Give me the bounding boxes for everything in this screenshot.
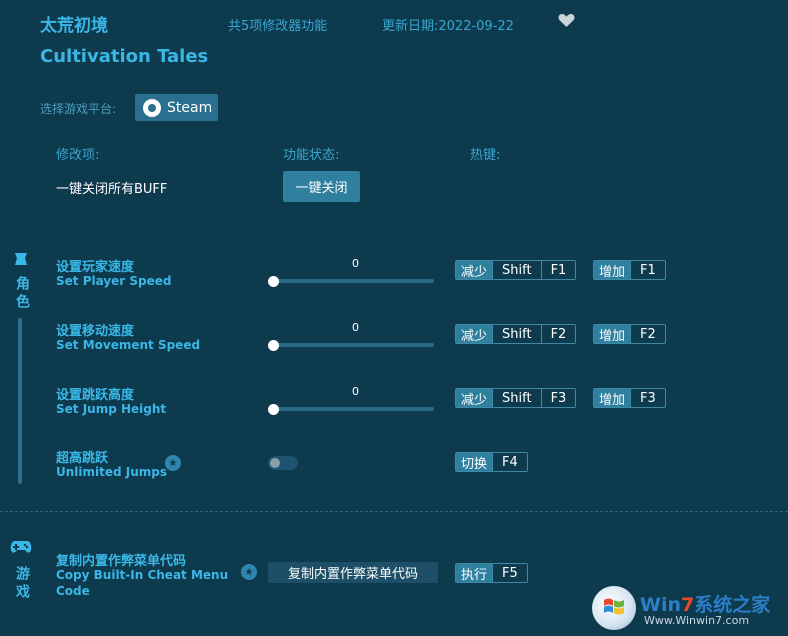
- section-character-bar: [18, 318, 22, 484]
- item-player-speed-cn: 设置玩家速度: [56, 260, 135, 275]
- section-divider: [0, 511, 788, 512]
- hotkey-tag: 增加: [594, 389, 631, 407]
- steam-label: Steam: [167, 99, 213, 116]
- player-speed-increase-hotkey[interactable]: 增加 F1: [593, 260, 666, 280]
- movement-speed-slider-knob[interactable]: [268, 340, 279, 351]
- steam-platform-button[interactable]: Steam: [135, 94, 218, 121]
- hotkey-key: F5: [492, 564, 527, 582]
- hotkey-key: F2: [630, 325, 665, 343]
- jump-height-value: 0: [352, 385, 359, 398]
- jump-height-slider-track[interactable]: [272, 407, 434, 411]
- watermark-url: Www.Winwin7.com: [644, 614, 750, 627]
- jump-height-decrease-hotkey[interactable]: 减少 Shift F3: [455, 388, 577, 408]
- section-game[interactable]: 游戏: [12, 566, 32, 602]
- hotkey-key: F3: [540, 389, 576, 407]
- unlimited-jumps-toggle-hotkey[interactable]: 切换 F4: [455, 452, 528, 472]
- jump-height-increase-hotkey[interactable]: 增加 F3: [593, 388, 666, 408]
- cheat-menu-en-line2: Code: [56, 584, 90, 598]
- player-speed-decrease-hotkey[interactable]: 减少 Shift F1: [455, 260, 577, 280]
- item-movement-speed-en: Set Movement Speed: [56, 338, 201, 352]
- feature-count: 共5项修改器功能: [228, 19, 328, 34]
- player-speed-slider-track[interactable]: [272, 279, 434, 283]
- hotkey-tag: 减少: [456, 261, 493, 279]
- hotkey-key: F4: [492, 453, 527, 471]
- movement-speed-decrease-hotkey[interactable]: 减少 Shift F2: [455, 324, 577, 344]
- hotkey-tag: 执行: [456, 564, 493, 582]
- movement-speed-value: 0: [352, 321, 359, 334]
- hotkey-tag: 增加: [594, 325, 631, 343]
- watermark-brand-7: 7: [681, 594, 695, 616]
- item-unlimited-jumps-cn: 超高跳跃: [56, 451, 109, 466]
- player-speed-value: 0: [352, 257, 359, 270]
- copy-cheat-menu-button[interactable]: 复制内置作弊菜单代码: [268, 562, 438, 583]
- star-icon[interactable]: ★: [165, 455, 181, 471]
- heart-icon[interactable]: [558, 13, 575, 32]
- hotkey-key: F1: [540, 261, 576, 279]
- hotkey-key: F2: [540, 325, 576, 343]
- hotkey-key: F3: [630, 389, 665, 407]
- update-date: 更新日期:2022-09-22: [382, 19, 514, 34]
- section-character[interactable]: 角色: [12, 276, 32, 312]
- gamepad-icon: [10, 539, 32, 559]
- hotkey-key: Shift: [492, 389, 541, 407]
- item-unlimited-jumps-en: Unlimited Jumps: [56, 465, 168, 479]
- column-header-item: 修改项:: [56, 148, 100, 163]
- hotkey-tag: 减少: [456, 389, 493, 407]
- hotkey-tag: 减少: [456, 325, 493, 343]
- hotkey-key: Shift: [492, 261, 541, 279]
- unlimited-jumps-toggle-knob: [270, 458, 280, 468]
- item-jump-height-en: Set Jump Height: [56, 402, 167, 416]
- item-movement-speed-cn: 设置移动速度: [56, 324, 135, 339]
- character-icon: [12, 250, 30, 272]
- column-header-hotkey: 热键:: [470, 148, 501, 163]
- jump-height-slider-knob[interactable]: [268, 404, 279, 415]
- cheat-menu-cn: 复制内置作弊菜单代码: [56, 554, 187, 569]
- game-title-cn: 太荒初境: [40, 16, 108, 36]
- column-header-status: 功能状态:: [283, 148, 340, 163]
- steam-icon: [143, 98, 161, 117]
- hotkey-tag: 切换: [456, 453, 493, 471]
- player-speed-slider-knob[interactable]: [268, 276, 279, 287]
- hotkey-tag: 增加: [594, 261, 631, 279]
- hotkey-key: F1: [630, 261, 665, 279]
- cheat-menu-execute-hotkey[interactable]: 执行 F5: [455, 563, 528, 583]
- windows-flag-icon: [603, 596, 625, 618]
- watermark-brand-w: Win: [640, 594, 681, 616]
- hotkey-key: Shift: [492, 325, 541, 343]
- close-all-buff-label: 一键关闭所有BUFF: [56, 182, 168, 197]
- star-icon[interactable]: ★: [241, 564, 257, 580]
- watermark-brand: Win7系统之家: [640, 590, 770, 617]
- platform-label: 选择游戏平台:: [40, 102, 117, 116]
- movement-speed-increase-hotkey[interactable]: 增加 F2: [593, 324, 666, 344]
- cheat-menu-en-line1: Copy Built-In Cheat Menu: [56, 568, 229, 582]
- movement-speed-slider-track[interactable]: [272, 343, 434, 347]
- watermark-brand-cn: 系统之家: [694, 594, 771, 616]
- close-all-button[interactable]: 一键关闭: [283, 171, 360, 202]
- item-jump-height-cn: 设置跳跃高度: [56, 388, 135, 403]
- game-title-en: Cultivation Tales: [40, 46, 209, 67]
- item-player-speed-en: Set Player Speed: [56, 274, 172, 288]
